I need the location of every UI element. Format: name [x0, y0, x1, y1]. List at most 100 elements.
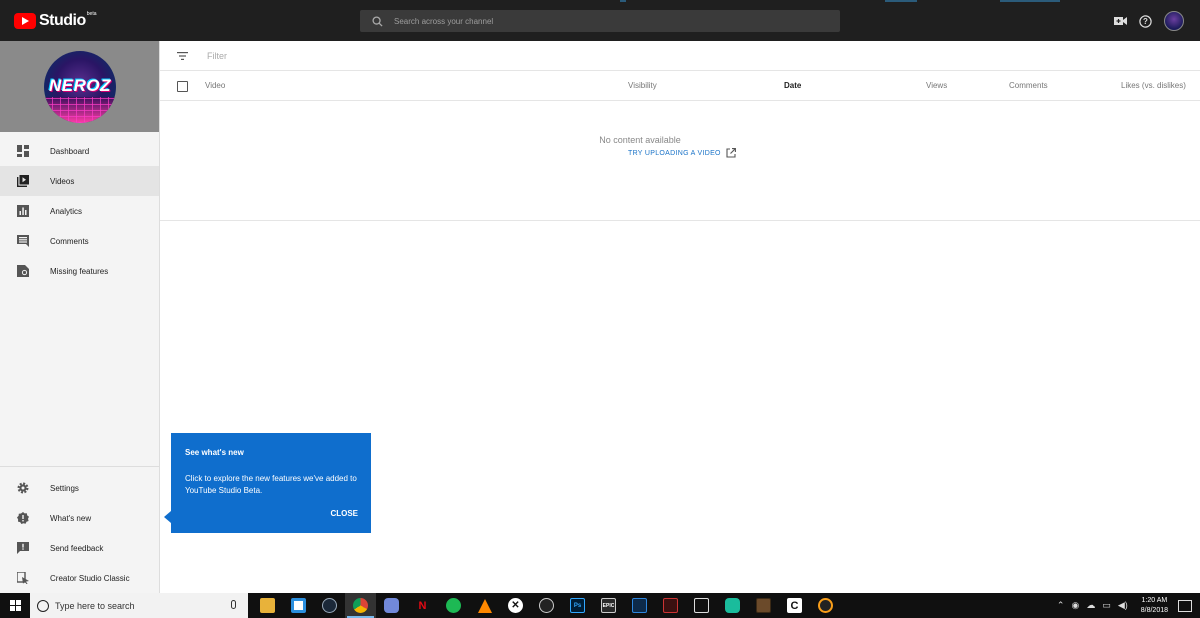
column-views[interactable]: Views [926, 81, 947, 90]
top-strip [1000, 0, 1060, 2]
table-header: Video Visibility Date Views Comments Lik… [160, 71, 1200, 101]
network-icon[interactable]: ▭ [1102, 600, 1111, 611]
app-green-icon[interactable] [717, 593, 748, 618]
no-content-text: No content available [599, 135, 681, 145]
account-avatar[interactable] [1164, 11, 1184, 31]
help-icon[interactable]: ? [1139, 14, 1152, 28]
record-icon[interactable]: ◉ [1071, 600, 1079, 611]
avatar-grid [44, 97, 116, 123]
vlc-icon[interactable] [469, 593, 500, 618]
whats-new-icon [17, 512, 29, 524]
windows-taskbar: Type here to search N ✕ Ps EPIC C ⌃ ◉ ☁ … [0, 593, 1200, 618]
missing-features-icon [17, 265, 29, 277]
column-date[interactable]: Date [784, 81, 801, 90]
filter-bar[interactable]: Filter [160, 41, 1200, 71]
chrome-icon[interactable] [345, 593, 376, 618]
dashboard-icon [17, 145, 29, 157]
sidebar-item-label: What's new [50, 513, 92, 523]
beta-label: beta [86, 11, 97, 17]
create-video-icon[interactable] [1114, 16, 1127, 26]
system-tray: ⌃ ◉ ☁ ▭ ◀) 1:20 AM 8/8/2018 [1057, 593, 1200, 618]
search-icon [372, 15, 383, 27]
minecraft-icon[interactable] [748, 593, 779, 618]
sidebar-item-label: Analytics [50, 206, 83, 216]
column-comments[interactable]: Comments [1009, 81, 1048, 90]
select-all-checkbox[interactable] [177, 81, 188, 92]
channel-header: NEROZ [0, 41, 159, 132]
notifications-icon[interactable] [1178, 599, 1192, 612]
upload-link-label: TRY UPLOADING A VIDEO [628, 149, 721, 157]
top-strip [620, 0, 626, 2]
channel-avatar[interactable]: NEROZ [44, 51, 116, 123]
chevron-up-icon[interactable]: ⌃ [1057, 600, 1065, 611]
sidebar-item-send-feedback[interactable]: Send feedback [0, 533, 159, 563]
taskbar-apps: N ✕ Ps EPIC C [252, 593, 841, 618]
sidebar-item-comments[interactable]: Comments [0, 226, 159, 256]
analytics-icon [17, 205, 29, 217]
comments-icon [17, 235, 29, 247]
discord-icon[interactable] [376, 593, 407, 618]
sidebar-item-label: Comments [50, 236, 89, 246]
classic-icon [17, 572, 29, 584]
overwatch-icon[interactable] [810, 593, 841, 618]
sidebar-item-dashboard[interactable]: Dashboard [0, 136, 159, 166]
cortana-icon [37, 599, 49, 612]
sidebar-item-label: Send feedback [50, 543, 104, 553]
studio-logo[interactable]: Studio beta [14, 11, 97, 30]
sidebar-item-settings[interactable]: Settings [0, 473, 159, 503]
popup-title: See what's new [185, 448, 244, 457]
gear-icon [17, 482, 29, 494]
column-likes[interactable]: Likes (vs. dislikes) [1121, 81, 1186, 90]
app-film-icon[interactable] [686, 593, 717, 618]
clock-date: 8/8/2018 [1140, 606, 1168, 614]
steam-icon[interactable] [314, 593, 345, 618]
epic-games-icon[interactable]: EPIC [593, 593, 624, 618]
filter-input[interactable]: Filter [207, 51, 227, 61]
cloud-icon[interactable]: ☁ [1086, 600, 1095, 611]
windows-start-icon[interactable] [10, 600, 21, 611]
sidebar-item-label: Settings [50, 483, 79, 493]
sidebar-item-label: Dashboard [50, 146, 90, 156]
feedback-icon [17, 542, 29, 554]
sidebar-item-label: Missing features [50, 266, 109, 276]
sidebar-item-whats-new[interactable]: What's new [0, 503, 159, 533]
obs-icon[interactable] [531, 593, 562, 618]
file-explorer-icon[interactable] [252, 593, 283, 618]
xbox-icon[interactable]: ✕ [500, 593, 531, 618]
photoshop-icon[interactable]: Ps [562, 593, 593, 618]
studio-label: Studio [39, 12, 86, 29]
system-clock[interactable]: 1:20 AM 8/8/2018 [1141, 596, 1168, 616]
column-visibility[interactable]: Visibility [628, 81, 657, 90]
spotify-icon[interactable] [438, 593, 469, 618]
store-icon[interactable] [283, 593, 314, 618]
sidebar-item-label: Videos [50, 176, 75, 186]
top-strip [885, 0, 917, 2]
close-button[interactable]: CLOSE [330, 509, 358, 518]
microphone-icon[interactable] [231, 600, 236, 609]
empty-state: No content available TRY UPLOADING A VID… [160, 101, 1200, 221]
sidebar-item-missing-features[interactable]: Missing features [0, 256, 159, 286]
whats-new-popup[interactable]: See what's new Click to explore the new … [164, 433, 371, 533]
taskbar-search-input[interactable]: Type here to search [30, 593, 248, 618]
column-video[interactable]: Video [205, 81, 225, 90]
app-blue-icon[interactable] [624, 593, 655, 618]
sidebar-item-analytics[interactable]: Analytics [0, 196, 159, 226]
sidebar-item-creator-studio-classic[interactable]: Creator Studio Classic [0, 563, 159, 593]
sidebar: NEROZ Dashboard Videos Analytics Comment… [0, 41, 160, 593]
sidebar-item-label: Creator Studio Classic [50, 573, 130, 583]
app-red-icon[interactable] [655, 593, 686, 618]
clock-time: 1:20 AM [1141, 596, 1168, 604]
top-bar: Studio beta Search across your channel ? [0, 0, 1200, 41]
youtube-logo-icon [14, 13, 36, 29]
svg-text:?: ? [1143, 17, 1148, 26]
upload-video-link[interactable]: TRY UPLOADING A VIDEO [628, 148, 736, 158]
taskbar-search-placeholder: Type here to search [55, 600, 135, 611]
sidebar-item-videos[interactable]: Videos [0, 166, 159, 196]
search-input[interactable]: Search across your channel [360, 10, 840, 32]
app-c-icon[interactable]: C [779, 593, 810, 618]
search-placeholder: Search across your channel [394, 16, 494, 26]
volume-icon[interactable]: ◀) [1118, 600, 1128, 611]
popup-body: Click to explore the new features we've … [185, 474, 357, 495]
filter-icon[interactable] [177, 51, 188, 60]
netflix-icon[interactable]: N [407, 593, 438, 618]
